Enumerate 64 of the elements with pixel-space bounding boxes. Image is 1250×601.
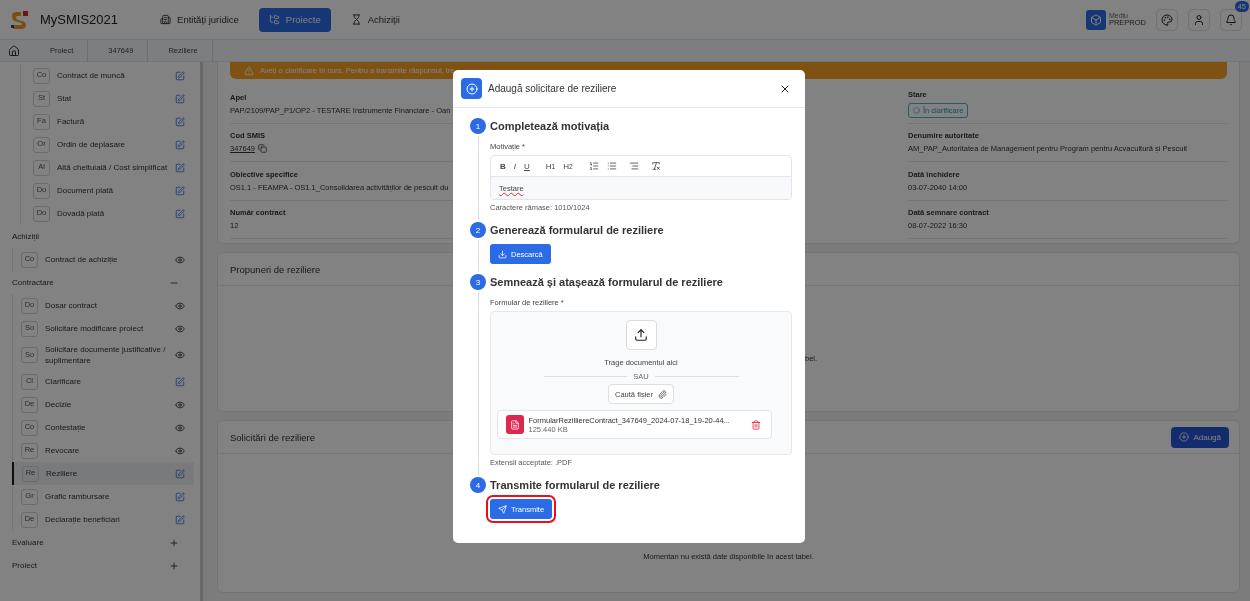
pdf-file-icon (505, 415, 524, 434)
edit-icon[interactable] (175, 514, 185, 525)
edit-icon[interactable] (175, 139, 185, 150)
upload-icon (625, 320, 657, 350)
step-title: Transmite formularul de reziliere (490, 478, 661, 493)
building-icon (160, 14, 172, 25)
edit-icon[interactable] (175, 208, 185, 219)
expand-icon[interactable] (169, 560, 179, 571)
send-icon (498, 504, 507, 514)
user-button[interactable] (1188, 8, 1210, 31)
step-title: Generează formularul de reziliere (490, 223, 665, 238)
edit-icon[interactable] (175, 70, 185, 81)
section-title: Contractare (12, 278, 54, 287)
step-title: Completează motivația (490, 119, 611, 134)
format-button[interactable]: I (510, 158, 519, 174)
eye-icon[interactable] (175, 300, 185, 311)
eye-icon[interactable] (175, 254, 185, 265)
app-logo (10, 9, 30, 30)
step-number: 1 (470, 118, 486, 134)
section-title: Achiziții (12, 232, 40, 241)
home-icon[interactable] (8, 44, 20, 57)
edit-icon[interactable] (175, 185, 185, 196)
cube-icon (1085, 9, 1106, 30)
paperclip-icon (657, 389, 667, 399)
eye-icon[interactable] (175, 399, 185, 410)
folder-tree-icon (268, 14, 280, 25)
warning-icon (244, 65, 254, 76)
format-button[interactable]: B (497, 158, 509, 174)
edit-icon[interactable] (175, 376, 185, 387)
edit-icon[interactable] (175, 468, 185, 479)
palette-icon (1161, 13, 1173, 26)
step-number: 2 (470, 222, 486, 238)
edit-icon[interactable] (175, 162, 185, 173)
plus-circle-icon (1179, 432, 1190, 442)
edit-icon[interactable] (175, 491, 185, 502)
section-title: Evaluare (12, 538, 44, 547)
step-title: Semnează și atașează formularul de reziliere (490, 275, 724, 290)
panel-title: Propuneri de reziliere (230, 263, 321, 275)
app-name: MySMIS2021 (40, 12, 119, 27)
expand-icon[interactable] (169, 537, 179, 548)
eye-icon[interactable] (175, 350, 185, 360)
delete-button[interactable] (750, 419, 761, 430)
add-button[interactable]: Adaugă (1171, 426, 1229, 448)
nav-tab[interactable]: Proiecte (258, 7, 331, 32)
eye-icon[interactable] (175, 323, 185, 334)
copy-icon[interactable] (258, 144, 268, 154)
edit-icon[interactable] (175, 116, 185, 127)
notifications-button[interactable] (1220, 8, 1242, 31)
section-title: Proiect (12, 561, 37, 570)
eye-icon[interactable] (175, 445, 185, 456)
eye-icon[interactable] (175, 422, 185, 433)
edit-icon[interactable] (175, 93, 185, 104)
format-button[interactable]: U (521, 158, 533, 174)
hourglass-icon (350, 14, 362, 25)
nav-tab[interactable]: Entități juridice (150, 7, 249, 32)
step-number: 4 (470, 477, 486, 493)
dialog-title: Adaugă solicitare de reziliere (488, 83, 618, 94)
download-icon (498, 249, 507, 259)
user-icon (1193, 13, 1205, 26)
panel-title: Solicitări de reziliere (230, 431, 315, 443)
step-number: 3 (470, 274, 486, 290)
palette-button[interactable] (1156, 8, 1178, 31)
bell-icon (1225, 13, 1237, 26)
nav-tab[interactable]: Achiziții (340, 7, 410, 32)
